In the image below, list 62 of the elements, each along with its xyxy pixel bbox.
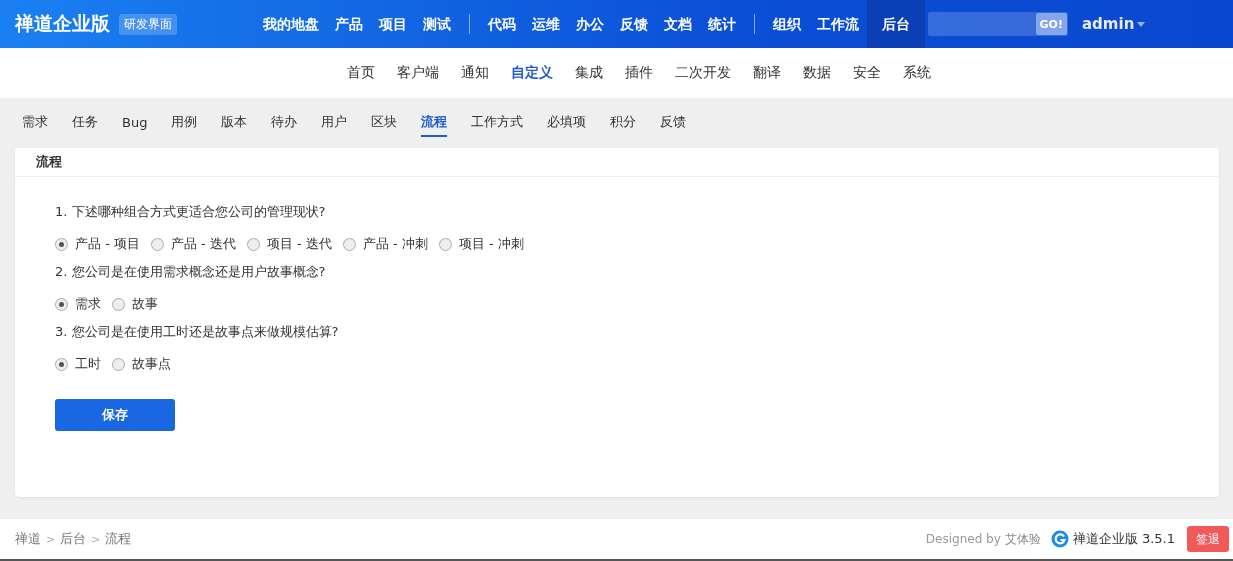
- edition-badge: 研发界面: [119, 13, 177, 35]
- breadcrumb-link[interactable]: 流程: [105, 530, 132, 548]
- subnav-item[interactable]: 数据: [792, 64, 842, 82]
- version-text: 禅道企业版 3.5.1: [1072, 530, 1175, 548]
- question-text: 3. 您公司是在使用工时还是故事点来做规模估算?: [55, 323, 340, 341]
- tab[interactable]: 反馈: [660, 109, 687, 137]
- radio-option[interactable]: 项目 - 迭代: [246, 235, 332, 253]
- radio-option[interactable]: 工时: [55, 355, 101, 373]
- nav-item[interactable]: 产品: [327, 0, 371, 48]
- panel-title: 流程: [36, 153, 62, 171]
- user-menu[interactable]: admin: [1082, 15, 1146, 33]
- tab[interactable]: 流程: [421, 109, 448, 137]
- subnav-item[interactable]: 通知: [450, 64, 500, 82]
- nav-item[interactable]: 项目: [371, 0, 415, 48]
- radio-option[interactable]: 产品 - 项目: [55, 235, 140, 253]
- tab[interactable]: 版本: [221, 109, 248, 137]
- breadcrumb-link[interactable]: 禅道: [15, 530, 41, 548]
- tab[interactable]: Bug: [122, 110, 148, 136]
- nav-item[interactable]: 代码: [480, 0, 524, 48]
- subnav-item[interactable]: 插件: [614, 64, 664, 82]
- radio-option[interactable]: 产品 - 迭代: [150, 235, 236, 253]
- breadcrumb-separator: >: [46, 532, 56, 546]
- nav-item[interactable]: 组织: [765, 0, 809, 48]
- designed-by-text: Designed by: [925, 532, 1001, 546]
- subnav-item[interactable]: 安全: [842, 64, 892, 82]
- nav-item[interactable]: 统计: [700, 0, 744, 48]
- nav-item[interactable]: 我的地盘: [255, 0, 327, 48]
- tab[interactable]: 工作方式: [471, 109, 524, 137]
- save-button[interactable]: 保存: [55, 399, 175, 431]
- nav-item[interactable]: 工作流: [809, 0, 867, 48]
- brand-title: 禅道企业版: [15, 11, 110, 36]
- subnav-item[interactable]: 系统: [892, 64, 942, 82]
- nav-item[interactable]: 后台: [867, 0, 925, 48]
- radio-option[interactable]: 项目 - 冲刺: [438, 235, 524, 253]
- tab[interactable]: 用例: [171, 109, 198, 137]
- subnav-item[interactable]: 自定义: [500, 64, 564, 82]
- radio-option[interactable]: 产品 - 冲刺: [342, 235, 428, 253]
- tab[interactable]: 需求: [22, 109, 48, 137]
- subnav-item[interactable]: 翻译: [742, 64, 792, 82]
- designer-link[interactable]: 艾体验: [1004, 530, 1041, 548]
- tab[interactable]: 任务: [72, 109, 98, 137]
- tab[interactable]: 积分: [610, 109, 637, 137]
- question-text: 2. 您公司是在使用需求概念还是用户故事概念?: [55, 263, 327, 281]
- nav-item[interactable]: 反馈: [612, 0, 656, 48]
- subnav-item[interactable]: 首页: [336, 64, 386, 82]
- tab[interactable]: 用户: [321, 109, 348, 137]
- radio-option[interactable]: 故事点: [112, 355, 171, 373]
- tab[interactable]: 必填项: [547, 109, 587, 137]
- nav-item[interactable]: 文档: [656, 0, 700, 48]
- tab[interactable]: 待办: [271, 109, 298, 137]
- breadcrumb-link[interactable]: 后台: [60, 530, 87, 548]
- subnav-item[interactable]: 集成: [564, 64, 614, 82]
- subnav-item[interactable]: 二次开发: [664, 64, 742, 82]
- radio-option[interactable]: 故事: [112, 295, 158, 313]
- breadcrumb-separator: >: [91, 532, 101, 546]
- nav-item[interactable]: 办公: [568, 0, 612, 48]
- radio-option[interactable]: 需求: [55, 295, 101, 313]
- nav-item[interactable]: 运维: [524, 0, 568, 48]
- subnav-item[interactable]: 客户端: [386, 64, 450, 82]
- tab[interactable]: 区块: [371, 109, 398, 137]
- question-text: 1. 下述哪种组合方式更适合您公司的管理现状?: [55, 203, 327, 221]
- nav-item[interactable]: 测试: [415, 0, 459, 48]
